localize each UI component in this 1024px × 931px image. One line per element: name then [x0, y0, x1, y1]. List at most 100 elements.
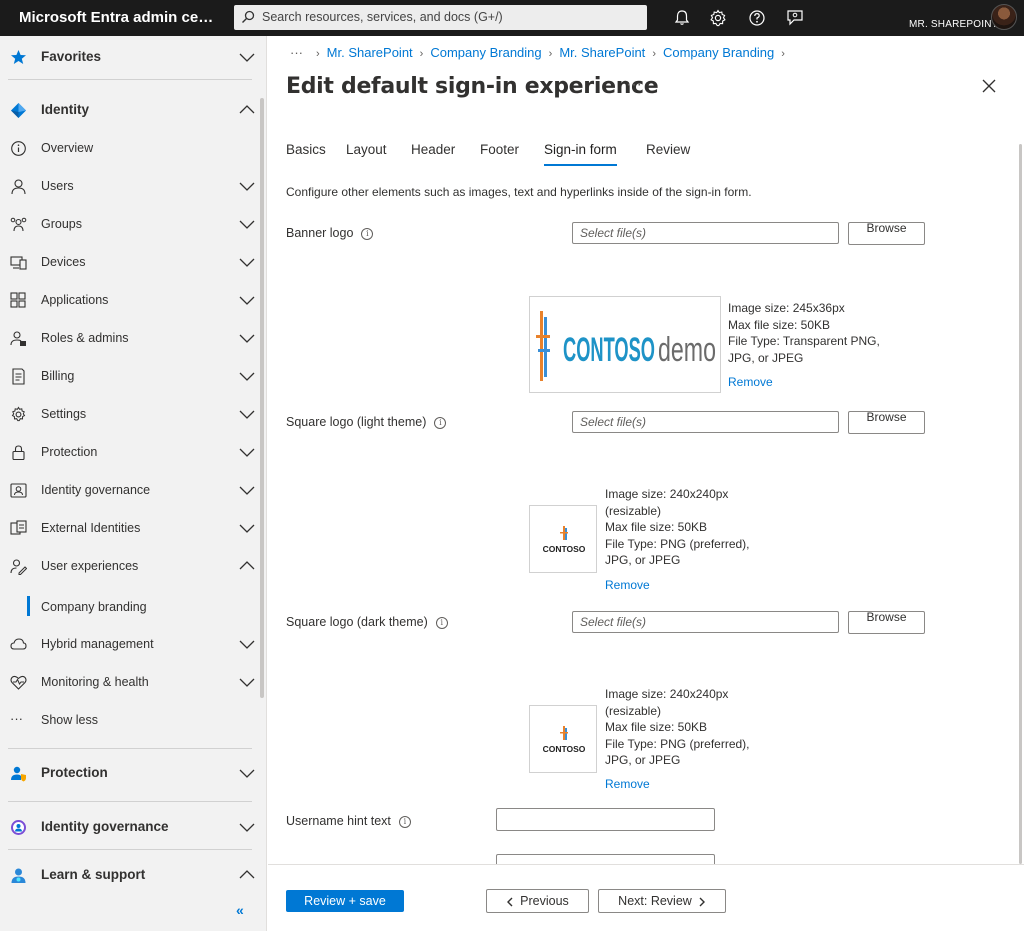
sidebar-section-identity-governance[interactable]: Identity governance	[0, 808, 262, 846]
requirement-line: Image size: 240x240px	[605, 487, 729, 501]
billing-icon	[12, 368, 25, 385]
sidebar-scrollbar[interactable]	[260, 98, 264, 698]
chevron-down-icon	[239, 220, 255, 229]
chevron-down-icon	[239, 448, 255, 457]
breadcrumb-item[interactable]: Company Branding	[663, 45, 774, 60]
identity-governance-icon	[10, 483, 27, 498]
search-input[interactable]: Search resources, services, and docs (G+…	[234, 5, 647, 30]
sidebar-item-label: Overview	[41, 141, 94, 155]
sidebar-item-overview[interactable]: Overview	[0, 129, 262, 167]
title-more-button[interactable]: ···	[626, 76, 642, 94]
sidebar-item-user-experiences[interactable]: User experiences	[0, 547, 262, 585]
external-identities-icon	[10, 520, 27, 535]
sidebar-item-label: Favorites	[41, 49, 102, 64]
chevron-down-icon	[239, 769, 255, 778]
sidebar-item-identity-governance[interactable]: Identity governance	[0, 471, 262, 509]
breadcrumb-more-button[interactable]: ···	[290, 45, 303, 60]
sidebar-item-label: Devices	[41, 255, 86, 269]
sidebar-section-learn-support[interactable]: Learn & support	[0, 856, 262, 894]
banner-logo-label: Banner logo i	[286, 226, 374, 240]
bell-icon[interactable]	[672, 8, 692, 28]
requirement-line: File Type: PNG (preferred),	[605, 736, 750, 751]
info-icon[interactable]: i	[434, 416, 447, 429]
breadcrumb-item[interactable]: Mr. SharePoint	[559, 45, 645, 60]
avatar[interactable]	[991, 4, 1017, 30]
tab-footer[interactable]: Footer	[480, 142, 519, 157]
cloud-icon	[10, 638, 27, 650]
sidebar-item-external-identities[interactable]: External Identities	[0, 509, 262, 547]
chevron-down-icon	[239, 640, 255, 649]
square-logo-dark-label: Square logo (dark theme) i	[286, 615, 448, 629]
sidebar-item-settings[interactable]: Settings	[0, 395, 262, 433]
square-logo-light-remove-link[interactable]: Remove	[605, 578, 650, 592]
gear-icon[interactable]	[708, 8, 728, 28]
footer-action-bar: Review + save Previous Next: Review	[268, 864, 1024, 931]
info-icon[interactable]: i	[435, 616, 448, 629]
square-logo-light-file-input[interactable]: Select file(s)	[572, 411, 839, 433]
square-logo-dark-browse-button[interactable]: Browse	[848, 611, 925, 634]
sidebar-item-identity[interactable]: Identity	[0, 91, 262, 129]
username-hint-input[interactable]	[496, 808, 715, 831]
tab-layout[interactable]: Layout	[346, 142, 387, 157]
chevron-down-icon	[239, 372, 255, 381]
tab-basics[interactable]: Basics	[286, 142, 326, 157]
square-logo-light-browse-button[interactable]: Browse	[848, 411, 925, 434]
requirement-line: JPG, or JPEG	[728, 350, 804, 365]
requirement-line: Image size: 245x36px	[728, 301, 845, 315]
banner-logo-requirements: Image size: 245x36px Max file size: 50KB…	[728, 300, 880, 366]
requirement-line: (resizable)	[605, 703, 662, 718]
banner-logo-remove-link[interactable]: Remove	[728, 375, 773, 389]
square-logo-dark-remove-link[interactable]: Remove	[605, 777, 650, 791]
square-logo-dark-file-input[interactable]: Select file(s)	[572, 611, 839, 633]
sidebar-item-users[interactable]: Users	[0, 167, 262, 205]
previous-button[interactable]: Previous	[486, 889, 589, 913]
close-icon[interactable]	[981, 78, 997, 94]
breadcrumb-item[interactable]: Company Branding	[430, 45, 541, 60]
breadcrumb-separator: ›	[316, 48, 320, 60]
sidebar-item-applications[interactable]: Applications	[0, 281, 262, 319]
star-icon	[11, 50, 26, 64]
sidebar-item-protection[interactable]: Protection	[0, 433, 262, 471]
next-review-button[interactable]: Next: Review	[598, 889, 726, 913]
info-icon[interactable]: i	[398, 815, 411, 828]
contoso-banner-logo: CONTOSO demo	[536, 311, 716, 381]
breadcrumb-separator: ›	[781, 48, 785, 60]
info-icon[interactable]: i	[361, 227, 374, 240]
collapse-sidebar-button[interactable]: «	[236, 902, 244, 918]
help-icon[interactable]	[747, 8, 767, 28]
sidebar-item-monitoring-health[interactable]: Monitoring & health	[0, 663, 262, 701]
gear-icon	[11, 406, 26, 422]
breadcrumb-item[interactable]: Mr. SharePoint	[327, 45, 413, 60]
tab-header[interactable]: Header	[411, 142, 455, 157]
square-logo-dark-preview: CONTOSO	[529, 705, 597, 773]
app-title[interactable]: Microsoft Entra admin center	[19, 9, 214, 26]
sidebar-item-devices[interactable]: Devices	[0, 243, 262, 281]
search-icon	[242, 10, 255, 23]
contoso-square-logo: CONTOSO	[543, 526, 586, 554]
chevron-up-icon	[239, 105, 255, 114]
divider	[8, 801, 252, 802]
tab-sign-in-form[interactable]: Sign-in form	[544, 142, 617, 166]
banner-logo-file-input[interactable]: Select file(s)	[572, 222, 839, 244]
chevron-right-icon	[699, 897, 705, 907]
banner-logo-browse-button[interactable]: Browse	[848, 222, 925, 245]
user-name[interactable]: MR. SHAREPOINT	[909, 19, 998, 30]
sidebar-item-company-branding[interactable]: Company branding	[0, 588, 262, 626]
feedback-icon[interactable]	[785, 8, 805, 28]
lock-icon	[12, 445, 25, 461]
sidebar-item-show-less[interactable]: ··· Show less	[0, 701, 262, 739]
sidebar-item-favorites[interactable]: Favorites	[0, 38, 262, 76]
sidebar-item-label: Protection	[41, 765, 108, 780]
sidebar-item-groups[interactable]: Groups	[0, 205, 262, 243]
requirement-line: Image size: 240x240px	[605, 687, 729, 701]
sidebar-item-label: Applications	[41, 293, 109, 307]
sidebar-item-billing[interactable]: Billing	[0, 357, 262, 395]
breadcrumb-separator: ›	[548, 48, 553, 60]
tab-review[interactable]: Review	[646, 142, 690, 157]
main-scrollbar[interactable]	[1019, 144, 1022, 864]
sidebar-section-protection[interactable]: Protection	[0, 754, 262, 792]
sidebar-item-hybrid-management[interactable]: Hybrid management	[0, 625, 262, 663]
protection-person-icon	[11, 766, 26, 782]
sidebar-item-roles-admins[interactable]: Roles & admins	[0, 319, 262, 357]
review-save-button[interactable]: Review + save	[286, 890, 404, 912]
